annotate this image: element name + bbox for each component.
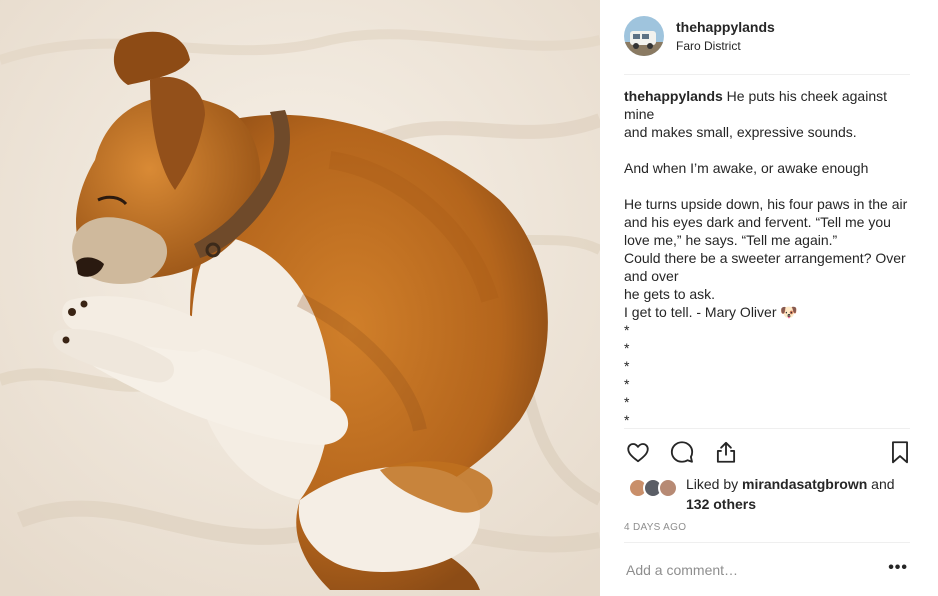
post-caption: thehappylands He puts his cheek against … [624, 87, 914, 427]
post-timestamp[interactable]: 4 DAYS AGO [624, 522, 686, 534]
caption-author[interactable]: thehappylands [624, 88, 723, 104]
header-username[interactable]: thehappylands [676, 19, 775, 36]
comment-bar: ••• [624, 556, 914, 584]
profile-avatar[interactable] [624, 16, 664, 56]
caption-divider [624, 428, 910, 429]
post-details-panel: thehappylands Faro District thehappyland… [600, 0, 938, 596]
liker-avatar [658, 478, 678, 498]
liker-avatars[interactable] [628, 478, 684, 500]
comment-divider [624, 542, 910, 543]
post-photo[interactable] [0, 0, 600, 596]
bookmark-icon [892, 441, 908, 464]
likes-text: Liked by mirandasatgbrown and 132 others [686, 474, 912, 514]
share-icon [716, 441, 736, 463]
caption-text: He puts his cheek against mine and makes… [624, 88, 908, 427]
dog-on-blanket-image [0, 0, 600, 596]
share-button[interactable] [712, 438, 740, 466]
likes-section: Liked by mirandasatgbrown and 132 others [624, 474, 914, 514]
header-location[interactable]: Faro District [676, 38, 775, 54]
save-button[interactable] [886, 438, 914, 466]
heart-icon [627, 443, 649, 463]
post-header: thehappylands Faro District [624, 14, 914, 58]
likes-mid: and [867, 476, 895, 492]
header-divider [624, 74, 910, 75]
post-view: thehappylands Faro District thehappyland… [0, 0, 938, 596]
like-button[interactable] [624, 438, 652, 466]
likes-prefix: Liked by [686, 476, 743, 492]
van-avatar-icon [624, 16, 664, 56]
likes-others-link[interactable]: 132 others [686, 496, 756, 512]
speech-bubble-icon [670, 441, 694, 463]
more-options-icon[interactable]: ••• [888, 560, 908, 576]
action-bar [624, 438, 914, 466]
likes-user-link[interactable]: mirandasatgbrown [742, 476, 867, 492]
comment-input[interactable] [624, 562, 874, 578]
comment-button[interactable] [668, 438, 696, 466]
